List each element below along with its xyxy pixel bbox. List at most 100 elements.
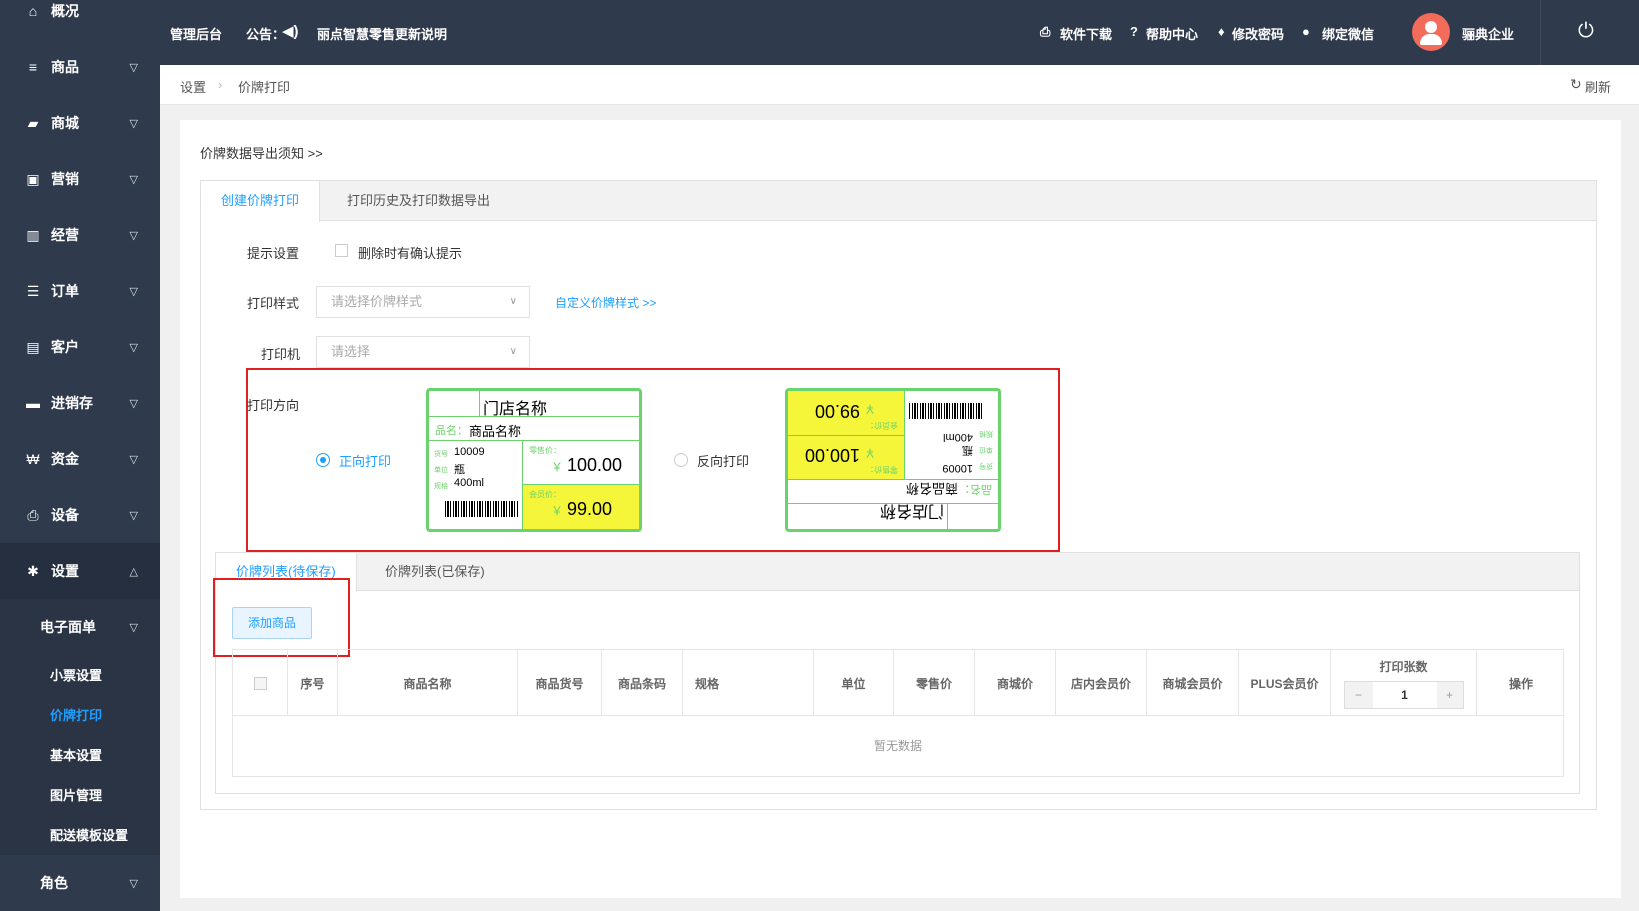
col-product-name: 商品名称 xyxy=(338,650,518,716)
sidebar-item-label: 设备 xyxy=(51,507,79,523)
chevron-down-icon: ▽ xyxy=(129,173,138,186)
breadcrumb-current: 价牌打印 xyxy=(238,80,291,95)
forward-print-label: 正向打印 xyxy=(339,454,392,469)
sidebar-item-goods[interactable]: ≡ 商品 ▽ xyxy=(0,39,160,95)
sidebar-subitem-images[interactable]: 图片管理 xyxy=(50,785,102,804)
sidebar-item-label: 进销存 xyxy=(51,395,93,411)
chevron-down-icon: ▽ xyxy=(129,117,138,130)
sidebar-item-label: 商品 xyxy=(51,59,79,75)
reverse-label-preview: 门店名称 品名： 商品名称 货号 10009 单位 瓶 规格 400ml 零售价… xyxy=(785,388,1001,532)
truck-icon: ▬ xyxy=(26,395,40,411)
select-all-checkbox[interactable] xyxy=(253,676,267,690)
speaker-icon: ◀) xyxy=(282,23,299,40)
sidebar-item-customers[interactable]: ▤ 客户 ▽ xyxy=(0,319,160,375)
breadcrumb-separator-icon: › xyxy=(218,77,223,92)
label-code: 10009 xyxy=(454,446,485,458)
hint-setting-label: 提示设置 xyxy=(247,246,300,261)
breadcrumb: 设置 › 价牌打印 ↻ 刷新 xyxy=(160,65,1639,105)
avatar[interactable] xyxy=(1412,13,1450,51)
decrement-button[interactable]: − xyxy=(1344,681,1373,708)
table-header: 序号 商品名称 商品货号 商品条码 规格 单位 零售价 商城价 店内会员价 商城… xyxy=(233,650,1563,716)
reverse-print-label: 反向打印 xyxy=(697,454,750,469)
confirm-delete-checkbox[interactable] xyxy=(335,244,348,257)
label-name-key: 品名： xyxy=(435,425,468,437)
sidebar-item-overview[interactable]: ⌂ 概况 xyxy=(0,0,160,39)
copies-stepper[interactable]: − 1 + xyxy=(1343,680,1464,709)
label-unit: 瓶 xyxy=(454,464,465,476)
col-index: 序号 xyxy=(288,650,338,716)
sidebar-item-mall[interactable]: ▰ 商城 ▽ xyxy=(0,95,160,151)
barcode-image xyxy=(445,501,519,517)
chart-icon: ▥ xyxy=(26,226,40,243)
sidebar-item-label: 订单 xyxy=(51,283,79,299)
increment-button[interactable]: + xyxy=(1436,681,1463,708)
company-name[interactable]: 骊典企业 xyxy=(1462,24,1514,43)
custom-style-link[interactable]: 自定义价牌样式 >> xyxy=(555,294,656,311)
label-store-name: 门店名称 xyxy=(483,401,548,418)
sidebar-item-settings[interactable]: ✱ 设置 △ xyxy=(0,543,160,599)
tab-saved-list[interactable]: 价牌列表(已保存) xyxy=(365,553,505,591)
col-retail-price: 零售价 xyxy=(894,650,975,716)
label-product-name: 商品名称 xyxy=(469,424,522,439)
bind-wechat-link[interactable]: 绑定微信 xyxy=(1322,24,1374,43)
sidebar-subitem-receipt[interactable]: 小票设置 xyxy=(50,665,102,684)
chevron-down-icon: ▽ xyxy=(129,229,138,242)
sidebar-item-funds[interactable]: ₩ 资金 ▽ xyxy=(0,431,160,487)
notice-link[interactable]: 丽点智慧零售更新说明 xyxy=(317,24,447,43)
sidebar-item-label: 角色 xyxy=(40,875,68,891)
refresh-icon[interactable]: ↻ xyxy=(1570,76,1582,93)
sidebar-item-label: 资金 xyxy=(51,451,79,467)
col-mall-member-price: 商城会员价 xyxy=(1147,650,1239,716)
tab-print-history[interactable]: 打印历史及打印数据导出 xyxy=(327,181,510,221)
help-center-link[interactable]: 帮助中心 xyxy=(1146,24,1198,43)
col-print-copies: 打印张数 − 1 + xyxy=(1331,650,1477,716)
software-download-link[interactable]: 软件下载 xyxy=(1060,24,1112,43)
sidebar-subitem-price-tag[interactable]: 价牌打印 xyxy=(50,705,102,724)
change-password-link[interactable]: 修改密码 xyxy=(1232,24,1284,43)
confirm-delete-label: 删除时有确认提示 xyxy=(358,246,463,261)
sidebar-item-operation[interactable]: ▥ 经营 ▽ xyxy=(0,207,160,263)
print-style-select[interactable]: 请选择价牌样式 ∨ xyxy=(316,286,530,318)
reverse-print-radio[interactable] xyxy=(674,453,688,467)
sidebar-item-roles[interactable]: 角色 ▽ xyxy=(0,855,160,911)
col-store-member-price: 店内会员价 xyxy=(1056,650,1147,716)
export-notice-link[interactable]: 价牌数据导出须知 >> xyxy=(200,143,323,162)
sidebar-item-orders[interactable]: ☰ 订单 ▽ xyxy=(0,263,160,319)
chevron-down-icon: ▽ xyxy=(129,61,138,74)
copies-value[interactable]: 1 xyxy=(1373,682,1437,708)
sidebar: ⌂ 概况 ≡ 商品 ▽ ▰ 商城 ▽ ▣ 营销 ▽ ▥ 经营 ▽ ☰ 订单 ▽ … xyxy=(0,0,160,911)
printer-icon: ⎙ xyxy=(27,506,39,523)
printer-placeholder: 请选择 xyxy=(331,344,371,359)
print-style-label: 打印样式 xyxy=(247,296,300,311)
barcode-image xyxy=(908,403,982,419)
forward-print-radio[interactable] xyxy=(316,453,330,467)
col-actions: 操作 xyxy=(1508,676,1533,691)
sidebar-item-marketing[interactable]: ▣ 营销 ▽ xyxy=(0,151,160,207)
sidebar-subitem-delivery-template[interactable]: 配送模板设置 xyxy=(50,825,128,844)
sidebar-item-devices[interactable]: ⎙ 设备 ▽ xyxy=(0,487,160,543)
chevron-down-icon: ▽ xyxy=(129,285,138,298)
add-button-highlight-box xyxy=(213,578,350,657)
col-plus-member-price: PLUS会员价 xyxy=(1239,650,1331,716)
refresh-button[interactable]: 刷新 xyxy=(1585,77,1611,96)
gift-icon: ▣ xyxy=(26,170,40,187)
empty-state: 暂无数据 xyxy=(873,739,922,753)
tab-create-price-tag[interactable]: 创建价牌打印 xyxy=(201,181,321,222)
print-style-placeholder: 请选择价牌样式 xyxy=(331,294,423,309)
customer-icon: ▤ xyxy=(26,338,40,355)
print-direction-label: 打印方向 xyxy=(247,398,300,413)
chevron-down-icon: ∨ xyxy=(509,296,517,307)
list-icon: ≡ xyxy=(28,59,38,75)
help-icon: ? xyxy=(1130,24,1138,39)
sidebar-item-inventory[interactable]: ▬ 进销存 ▽ xyxy=(0,375,160,431)
home-icon: ⌂ xyxy=(28,3,38,19)
col-mall-price: 商城价 xyxy=(975,650,1056,716)
printer-select[interactable]: 请选择 ∨ xyxy=(316,336,530,368)
sidebar-subitem-basic[interactable]: 基本设置 xyxy=(50,745,102,764)
breadcrumb-root[interactable]: 设置 xyxy=(180,77,206,96)
sidebar-group-label: 电子面单 xyxy=(40,619,96,635)
sidebar-item-label: 设置 xyxy=(51,563,79,579)
sidebar-group-waybill[interactable]: 电子面单 ▽ xyxy=(0,599,160,655)
power-icon[interactable]: ⏻ xyxy=(1578,20,1594,43)
col-product-code: 商品货号 xyxy=(518,650,602,716)
